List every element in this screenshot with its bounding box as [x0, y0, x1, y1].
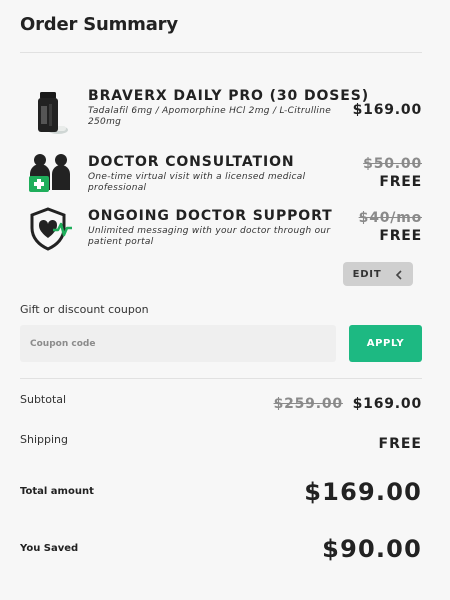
- item-name: DOCTOR CONSULTATION: [88, 154, 295, 170]
- item-price-block: $50.00 FREE: [363, 156, 422, 190]
- item-original-price: $40/mo: [358, 210, 422, 226]
- item-description: Tadalafil 6mg / Apomorphine HCl 2mg / L-…: [88, 106, 332, 127]
- item-price-block: $40/mo FREE: [359, 210, 422, 244]
- item-price: FREE: [379, 228, 422, 244]
- subtotal-original: $259.00: [273, 396, 343, 412]
- subtotal-value: $169.00: [352, 396, 422, 412]
- order-item-braverx: BRAVERX DAILY PRO (30 DOSES) Tadalafil 6…: [20, 88, 422, 138]
- chevron-left-icon: [395, 265, 403, 284]
- item-name: BRAVERX DAILY PRO (30 DOSES): [88, 88, 370, 104]
- subtotal-values: $259.00 $169.00: [274, 396, 422, 412]
- total-row: Total amount $169.00: [20, 478, 422, 510]
- saved-label: You Saved: [20, 543, 79, 554]
- item-name: ONGOING DOCTOR SUPPORT: [88, 208, 333, 224]
- apply-coupon-button[interactable]: APPLY: [349, 325, 422, 362]
- total-value: $169.00: [304, 478, 422, 506]
- total-label: Total amount: [20, 486, 94, 497]
- edit-button-label: EDIT: [352, 268, 382, 280]
- item-price: $169.00: [352, 102, 422, 118]
- saved-value: $90.00: [322, 535, 422, 563]
- header-divider: [20, 52, 422, 53]
- item-price: FREE: [379, 174, 422, 190]
- doctor-consultation-icon: [26, 152, 76, 202]
- shipping-row: Shipping FREE: [20, 432, 422, 456]
- pill-bottle-icon: [26, 88, 76, 138]
- saved-row: You Saved $90.00: [20, 535, 422, 567]
- order-item-ongoing-support: ONGOING DOCTOR SUPPORT Unlimited messagi…: [20, 206, 422, 256]
- item-original-price: $50.00: [363, 156, 422, 172]
- order-item-doctor-consultation: DOCTOR CONSULTATION One-time virtual vis…: [20, 154, 422, 200]
- edit-button[interactable]: EDIT: [343, 262, 413, 286]
- item-description: One-time virtual visit with a licensed m…: [88, 172, 306, 193]
- coupon-code-input[interactable]: [20, 325, 336, 362]
- item-description: Unlimited messaging with your doctor thr…: [88, 226, 331, 247]
- subtotal-row: Subtotal $259.00 $169.00: [20, 392, 422, 416]
- subtotal-label: Subtotal: [20, 393, 67, 406]
- shipping-value: FREE: [378, 436, 422, 452]
- coupon-label: Gift or discount coupon: [20, 303, 149, 316]
- shield-heart-icon: [26, 206, 76, 256]
- totals-divider: [20, 378, 422, 379]
- shipping-label: Shipping: [20, 433, 68, 446]
- page-title: Order Summary: [20, 14, 178, 35]
